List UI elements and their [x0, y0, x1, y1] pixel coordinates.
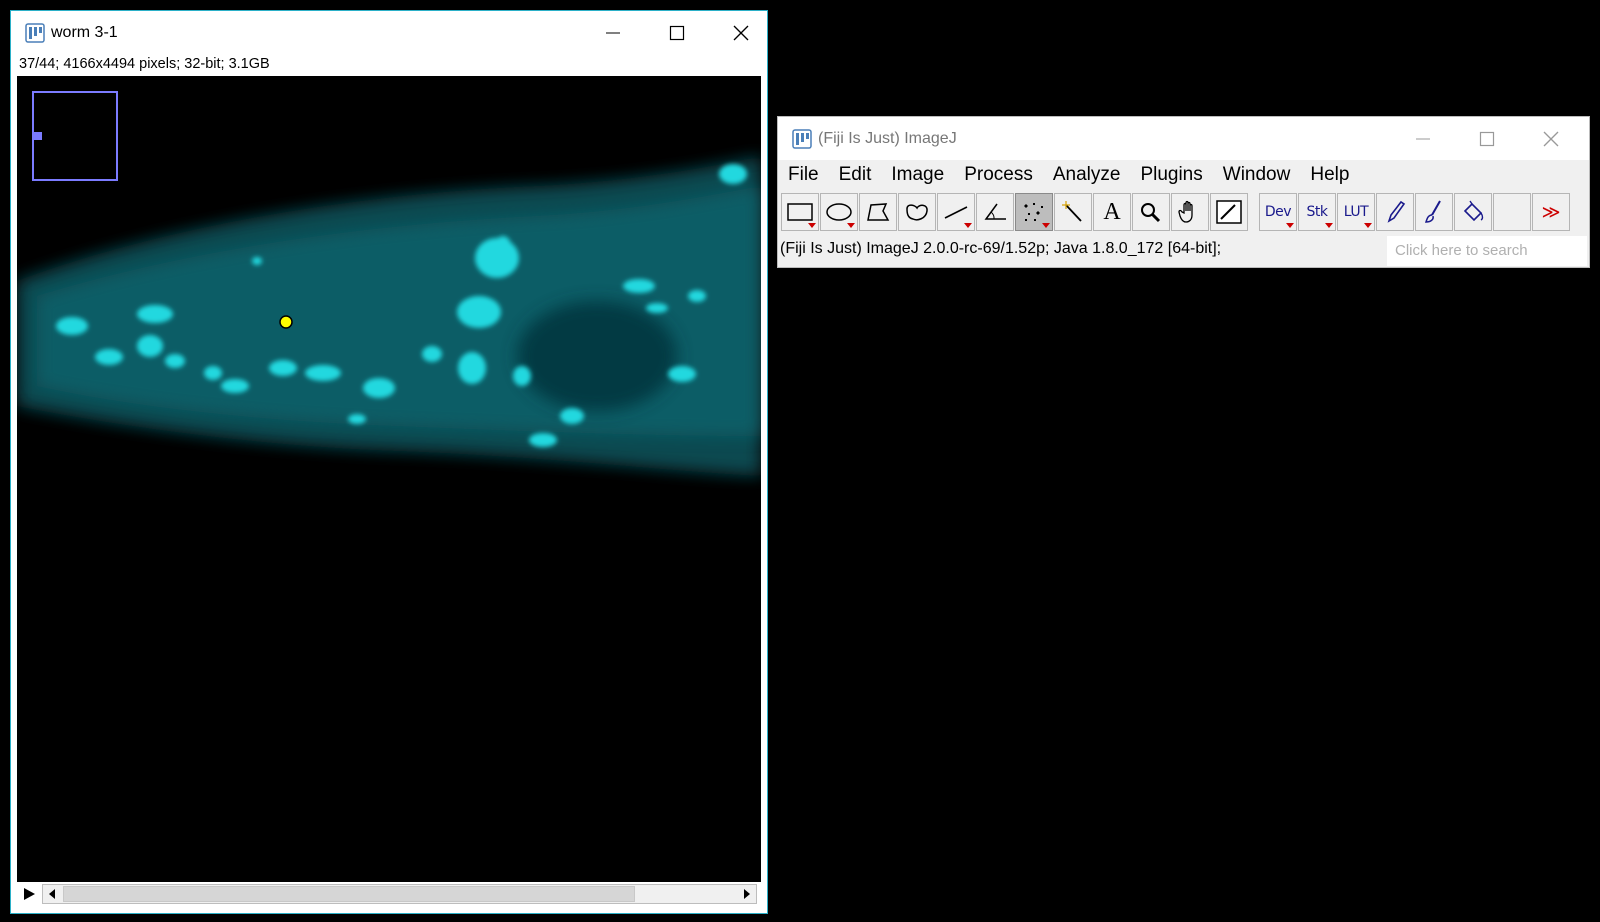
blank-tool-slot[interactable] [1493, 193, 1531, 231]
image-canvas[interactable] [17, 76, 761, 890]
play-icon[interactable] [20, 885, 38, 903]
hand-tool[interactable] [1171, 193, 1209, 231]
rectangle-tool[interactable] [781, 193, 819, 231]
imagej-minimize-button[interactable] [1391, 117, 1455, 160]
stack-scroll-row [17, 882, 761, 906]
double-chevron-icon: ≫ [1541, 201, 1561, 222]
menu-edit[interactable]: Edit [829, 160, 882, 190]
maximize-icon [669, 25, 685, 40]
menu-help[interactable]: Help [1300, 160, 1359, 190]
imagej-main-window: (Fiji Is Just) ImageJ File Edit Image Pr… [777, 116, 1590, 268]
menu-analyze[interactable]: Analyze [1043, 160, 1131, 190]
bucket-icon [1463, 200, 1484, 222]
imagej-status-bar: (Fiji Is Just) ImageJ 2.0.0-rc-69/1.52p;… [778, 234, 1589, 267]
triangle-left-icon [49, 889, 55, 899]
freehand-icon [906, 204, 928, 221]
close-button[interactable] [709, 11, 773, 54]
dev-label: Dev [1264, 204, 1292, 220]
menu-process[interactable]: Process [954, 160, 1043, 190]
search-input[interactable]: Click here to search [1387, 236, 1587, 266]
menu-file[interactable]: File [778, 160, 829, 190]
stk-tool[interactable]: Stk [1298, 193, 1336, 231]
menu-bar: File Edit Image Process Analyze Plugins … [778, 160, 1589, 190]
scroll-right-arrow[interactable] [738, 885, 756, 903]
close-icon [1543, 131, 1559, 146]
pencil-tool[interactable] [1376, 193, 1414, 231]
oval-tool[interactable] [820, 193, 858, 231]
stk-label: Stk [1306, 204, 1328, 220]
navigator-box [32, 91, 118, 181]
text-icon: A [1103, 198, 1121, 225]
menu-window[interactable]: Window [1213, 160, 1301, 190]
polygon-tool[interactable] [859, 193, 897, 231]
more-tools-button[interactable]: ≫ [1532, 193, 1570, 231]
maximize-icon [1479, 131, 1495, 146]
navigator-view-marker [34, 132, 42, 140]
triangle-right-icon [744, 889, 750, 899]
worm-fluorescence-image [17, 91, 761, 476]
zoom-tool[interactable] [1132, 193, 1170, 231]
text-tool[interactable]: A [1093, 193, 1131, 231]
oval-icon [826, 203, 852, 221]
imagej-version-status: (Fiji Is Just) ImageJ 2.0.0-rc-69/1.52p;… [780, 240, 1222, 257]
rectangle-icon [787, 203, 813, 221]
imagej-close-button[interactable] [1519, 117, 1583, 160]
line-tool[interactable] [937, 193, 975, 231]
slice-scrollbar[interactable] [42, 884, 757, 904]
pencil-icon [1387, 200, 1406, 223]
angle-icon [984, 203, 1006, 220]
flood-fill-tool[interactable] [1454, 193, 1492, 231]
image-window: worm 3-1 37/44; 4166x4494 pixels; 32-bit… [10, 10, 768, 914]
menu-image[interactable]: Image [881, 160, 954, 190]
multipoint-tool[interactable] [1015, 193, 1053, 231]
scrollbar-thumb[interactable] [63, 886, 635, 902]
image-window-titlebar[interactable]: worm 3-1 [11, 11, 767, 54]
hand-icon [1178, 200, 1193, 223]
imagej-app-icon [792, 129, 812, 149]
brush-tool[interactable] [1415, 193, 1453, 231]
brush-icon [1424, 200, 1441, 223]
tool-bar: A Dev Stk LUT ≫ [778, 190, 1589, 234]
color-picker-tool[interactable] [1210, 193, 1248, 231]
dropper-icon [1216, 200, 1242, 224]
imagej-app-icon [25, 23, 45, 43]
wand-tool[interactable] [1054, 193, 1092, 231]
line-icon [944, 206, 968, 219]
maximize-button[interactable] [645, 11, 709, 54]
scroll-left-arrow[interactable] [43, 885, 61, 903]
image-window-title: worm 3-1 [51, 24, 118, 41]
image-info-line: 37/44; 4166x4494 pixels; 32-bit; 3.1GB [19, 56, 270, 72]
magnifier-icon [1141, 203, 1161, 223]
imagej-titlebar[interactable]: (Fiji Is Just) ImageJ [778, 117, 1589, 160]
minimize-icon [1416, 138, 1430, 139]
close-icon [733, 25, 749, 40]
lut-tool[interactable]: LUT [1337, 193, 1375, 231]
menu-plugins[interactable]: Plugins [1130, 160, 1212, 190]
wand-icon [1062, 201, 1082, 222]
imagej-window-title: (Fiji Is Just) ImageJ [818, 130, 957, 147]
polygon-icon [867, 203, 890, 221]
multipoint-icon [1024, 203, 1043, 221]
dev-tool[interactable]: Dev [1259, 193, 1297, 231]
minimize-button[interactable] [581, 11, 645, 54]
angle-tool[interactable] [976, 193, 1014, 231]
freehand-tool[interactable] [898, 193, 936, 231]
lut-label: LUT [1343, 204, 1369, 220]
imagej-maximize-button[interactable] [1455, 117, 1519, 160]
minimize-icon [606, 32, 620, 33]
point-selection-marker [279, 315, 293, 329]
